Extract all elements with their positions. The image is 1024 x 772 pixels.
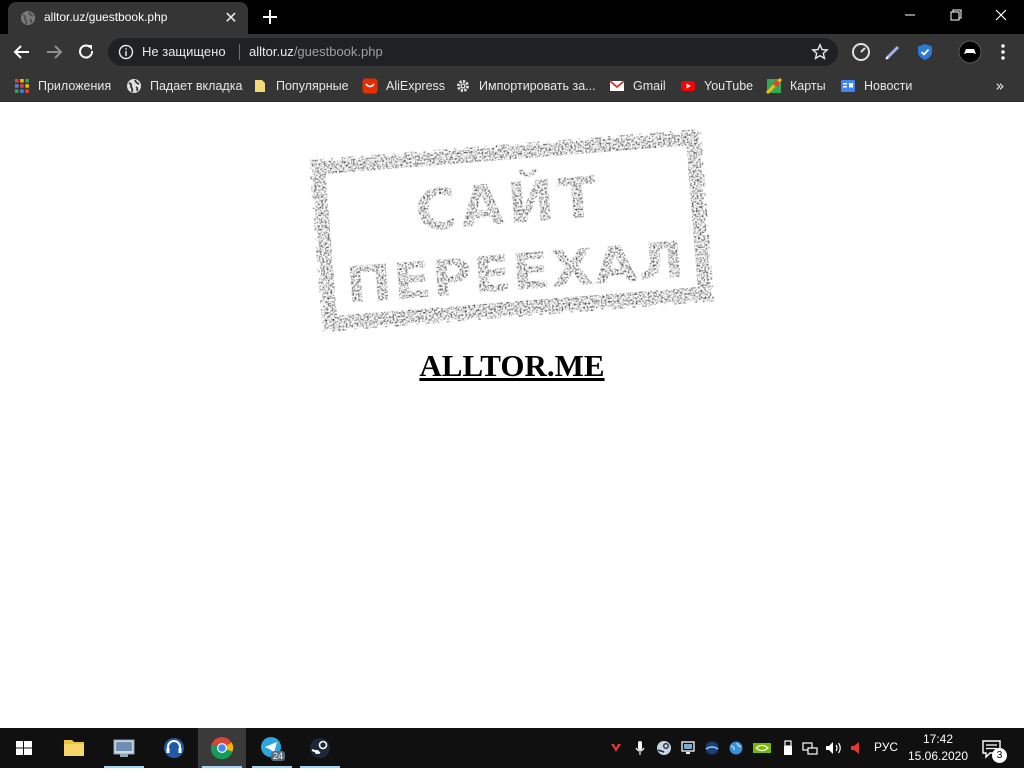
bookmark-gmail[interactable]: Gmail — [609, 76, 666, 96]
chrome-icon — [210, 737, 234, 760]
telegram-icon — [261, 737, 281, 757]
stamp-line-1: САЙТ — [413, 164, 603, 244]
new-site-link[interactable]: ALLTOR.ME — [0, 348, 1024, 384]
menu-dots-icon[interactable] — [992, 41, 1014, 63]
bookmark-label: Импортировать за... — [479, 79, 596, 93]
reload-icon[interactable] — [72, 38, 100, 66]
download-tray-icon[interactable] — [608, 740, 624, 756]
bookmark-maps[interactable]: Карты — [766, 76, 826, 96]
address-divider — [239, 44, 240, 60]
microphone-icon[interactable] — [632, 740, 648, 756]
headset-app-icon — [164, 738, 184, 758]
address-bar[interactable]: Не защищено alltor.uz/guestbook.php — [108, 38, 838, 66]
bookmark-import[interactable]: Импортировать за... — [455, 76, 596, 96]
bookmark-star-icon[interactable] — [811, 43, 829, 61]
minimize-icon[interactable] — [887, 0, 933, 30]
steam-tray-icon[interactable] — [656, 740, 672, 756]
browser-toolbar: Не защищено alltor.uz/guestbook.php — [0, 34, 1024, 70]
speedometer-icon[interactable] — [850, 41, 872, 63]
bookmark-apps[interactable]: Приложения — [14, 76, 111, 96]
input-language[interactable]: РУС — [874, 740, 898, 754]
usb-tray-icon[interactable] — [780, 740, 796, 756]
ball-tray-icon[interactable] — [704, 740, 720, 756]
shield-icon[interactable] — [914, 41, 936, 63]
bookmark-label: Карты — [790, 79, 826, 93]
site-moved-stamp: САЙТ ПЕРЕЕХАЛ — [310, 128, 715, 332]
bookmark-youtube[interactable]: YouTube — [680, 76, 753, 96]
notification-count-badge: 3 — [992, 748, 1007, 763]
bookmark-label: AliExpress — [386, 79, 446, 93]
speaker-warning-icon[interactable] — [848, 740, 864, 756]
bookmark-label: Падает вкладка — [150, 79, 243, 93]
tab-title: alltor.uz/guestbook.php — [44, 10, 168, 24]
back-icon[interactable] — [8, 38, 36, 66]
url-host: alltor.uz — [249, 44, 294, 59]
globe-icon — [127, 79, 141, 93]
news-icon — [841, 80, 855, 92]
tab-active[interactable]: alltor.uz/guestbook.php ✕ — [8, 2, 248, 34]
bookmarks-overflow-icon[interactable]: » — [990, 76, 1010, 96]
pen-icon[interactable] — [882, 41, 904, 63]
bookmark-aliexpress[interactable]: AliExpress — [362, 76, 445, 96]
taskbar-telegram[interactable]: 24 — [248, 728, 296, 768]
taskbar-explorer[interactable] — [50, 728, 98, 768]
globe-icon — [21, 11, 35, 25]
bookmark-crashing-tab[interactable]: Падает вкладка — [126, 76, 242, 96]
bookmark-label: Новости — [864, 79, 913, 93]
clock-date[interactable]: 15.06.2020 — [906, 749, 970, 763]
bookmark-label: Приложения — [38, 79, 112, 93]
restore-icon[interactable] — [933, 0, 979, 30]
info-icon[interactable] — [118, 44, 134, 60]
taskbar-steam[interactable] — [296, 728, 344, 768]
security-label[interactable]: Не защищено — [142, 44, 226, 59]
browser-tabstrip: alltor.uz/guestbook.php ✕ — [0, 0, 1024, 34]
youtube-icon — [681, 81, 695, 91]
nvidia-tray-icon[interactable] — [752, 740, 772, 756]
windows-start-icon[interactable] — [0, 728, 48, 768]
globe-tray-icon[interactable] — [728, 740, 744, 756]
plus-icon[interactable] — [258, 6, 282, 28]
taskbar-chrome[interactable] — [198, 728, 246, 768]
game-icon[interactable] — [958, 40, 982, 64]
telegram-unread-badge: 24 — [271, 751, 286, 761]
web-page: САЙТ ПЕРЕЕХАЛ ALLTOR.ME — [0, 103, 1024, 728]
monitor-tray-icon[interactable] — [680, 740, 696, 756]
bookmark-label: YouTube — [704, 79, 754, 93]
tab-close-icon[interactable]: ✕ — [222, 9, 240, 27]
file-explorer-icon — [64, 740, 84, 756]
apps-grid-icon — [15, 79, 29, 93]
gear-icon — [457, 80, 469, 92]
network-icon[interactable] — [802, 740, 818, 756]
bookmark-label: Gmail — [633, 79, 666, 93]
close-icon[interactable] — [978, 0, 1024, 30]
clock-time[interactable]: 17:42 — [906, 732, 970, 746]
volume-icon[interactable] — [824, 740, 844, 756]
forward-icon[interactable] — [40, 38, 68, 66]
url-path: /guestbook.php — [293, 44, 383, 59]
maps-icon — [766, 78, 782, 94]
steam-icon — [310, 738, 330, 758]
control-panel-icon — [113, 739, 135, 757]
taskbar-control-panel[interactable] — [100, 728, 148, 768]
gmail-icon — [609, 80, 625, 91]
bookmark-news[interactable]: Новости — [840, 76, 912, 96]
bookmark-popular-folder[interactable]: Популярные — [252, 76, 349, 96]
url-text[interactable]: alltor.uz/guestbook.php — [249, 44, 383, 59]
aliexpress-icon — [362, 78, 378, 94]
taskbar-headset-app[interactable] — [150, 728, 198, 768]
bookmarks-bar: Приложения Падает вкладка Популярные Ali… — [0, 70, 1024, 102]
windows-taskbar: 24 РУС 17:42 15.06.2020 3 — [0, 728, 1024, 768]
folder-icon — [255, 80, 265, 92]
bookmark-label: Популярные — [276, 79, 349, 93]
